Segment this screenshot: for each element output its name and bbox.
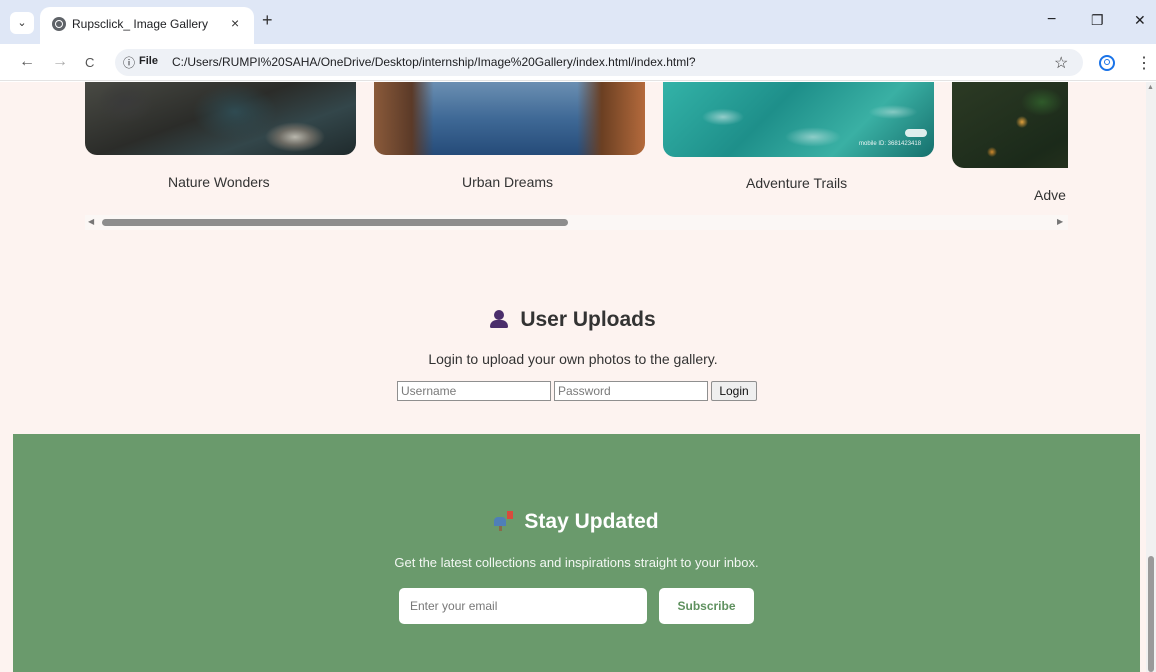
gallery-caption: Adventure Trails — [746, 175, 848, 191]
newsletter-section: Stay Updated Get the latest collections … — [13, 434, 1140, 672]
email-input[interactable] — [399, 588, 647, 624]
uploads-heading: User Uploads — [0, 308, 1146, 332]
uploads-title: User Uploads — [520, 308, 656, 331]
bookmark-star-icon[interactable]: ☆ — [1054, 53, 1068, 73]
gallery-image[interactable] — [374, 82, 645, 155]
watermark-text: mobile ID: 3681423418 — [859, 141, 922, 147]
close-window-button[interactable]: ✕ — [1134, 10, 1146, 30]
reload-icon[interactable]: C — [85, 53, 94, 73]
restore-button[interactable]: ❐ — [1091, 10, 1104, 30]
address-bar[interactable]: ⓘ File C:/Users/RUMPI%20SAHA/OneDrive/De… — [115, 49, 1083, 76]
profile-icon[interactable] — [1099, 55, 1115, 71]
browser-tab[interactable]: Rupsclick_ Image Gallery × — [40, 7, 254, 44]
login-button[interactable]: Login — [711, 381, 757, 401]
address-scheme: File — [139, 55, 158, 67]
gallery-caption: Adve — [1034, 187, 1066, 203]
scroll-up-arrow-icon[interactable]: ▲ — [1147, 84, 1154, 91]
scroll-right-arrow-icon[interactable]: ▶ — [1057, 217, 1063, 226]
mailbox-icon — [494, 511, 514, 531]
browser-toolbar: ← → C ⓘ File C:/Users/RUMPI%20SAHA/OneDr… — [0, 44, 1156, 81]
page-scrollbar[interactable]: ▲ — [1146, 82, 1156, 672]
uploads-description: Login to upload your own photos to the g… — [428, 351, 718, 367]
site-info-icon[interactable]: ⓘ — [123, 54, 135, 71]
browser-tab-bar: ⌄ Rupsclick_ Image Gallery × + − ❐ ✕ — [0, 0, 1156, 44]
forward-arrow-icon[interactable]: → — [52, 52, 68, 72]
password-input[interactable] — [554, 381, 708, 401]
address-url[interactable]: C:/Users/RUMPI%20SAHA/OneDrive/Desktop/i… — [172, 55, 696, 69]
gallery-caption: Nature Wonders — [168, 174, 270, 190]
gallery-scrollbar[interactable]: ◀ ▶ — [85, 215, 1068, 230]
watermark-badge — [905, 129, 927, 137]
gallery-caption: Urban Dreams — [462, 174, 554, 190]
subscribe-button[interactable]: Subscribe — [659, 588, 754, 624]
gallery-image[interactable] — [85, 82, 356, 155]
back-arrow-icon[interactable]: ← — [19, 52, 35, 72]
newsletter-description: Get the latest collections and inspirati… — [394, 555, 759, 570]
globe-icon — [52, 17, 66, 31]
tab-search-button[interactable]: ⌄ — [10, 12, 34, 34]
new-tab-button[interactable]: + — [262, 11, 273, 29]
gallery-image[interactable] — [952, 82, 1068, 168]
user-icon — [490, 310, 509, 328]
minimize-button[interactable]: − — [1047, 10, 1056, 30]
page-viewport: Nature Wonders Urban Dreams mobile ID: 3… — [0, 82, 1146, 672]
browser-menu-icon[interactable]: ⋮ — [1136, 53, 1152, 73]
username-input[interactable] — [397, 381, 551, 401]
page-scrollbar-thumb[interactable] — [1148, 556, 1154, 672]
tab-close-button[interactable]: × — [231, 15, 239, 31]
tab-title: Rupsclick_ Image Gallery — [72, 17, 209, 31]
gallery-scrollbar-thumb[interactable] — [102, 219, 568, 226]
gallery-image[interactable]: mobile ID: 3681423418 — [663, 82, 934, 157]
scroll-left-arrow-icon[interactable]: ◀ — [88, 217, 94, 226]
gallery-carousel[interactable]: Nature Wonders Urban Dreams mobile ID: 3… — [0, 82, 1068, 222]
newsletter-title: Stay Updated — [524, 510, 659, 533]
newsletter-heading: Stay Updated — [13, 510, 1140, 534]
